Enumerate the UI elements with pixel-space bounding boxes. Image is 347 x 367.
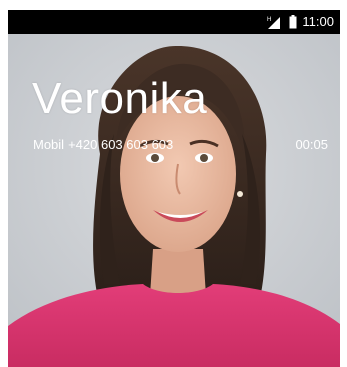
status-bar: H 11:00 bbox=[8, 10, 340, 34]
status-icons: H 11:00 bbox=[266, 14, 334, 30]
svg-text:H: H bbox=[267, 17, 271, 23]
call-duration: 00:05 bbox=[295, 137, 328, 152]
phone-type-label: Mobil bbox=[33, 137, 65, 152]
phone-number: +420 603 603 603 bbox=[68, 137, 174, 152]
status-time: 11:00 bbox=[302, 14, 334, 29]
caller-name: Veronika bbox=[32, 74, 208, 123]
battery-icon bbox=[289, 15, 297, 29]
in-call-screen: H 11:00 Veronika Mobil +420 603 603 603 … bbox=[8, 10, 340, 367]
signal-icon: H bbox=[266, 15, 284, 29]
caller-info: Mobil +420 603 603 603 00:05 bbox=[33, 136, 333, 154]
